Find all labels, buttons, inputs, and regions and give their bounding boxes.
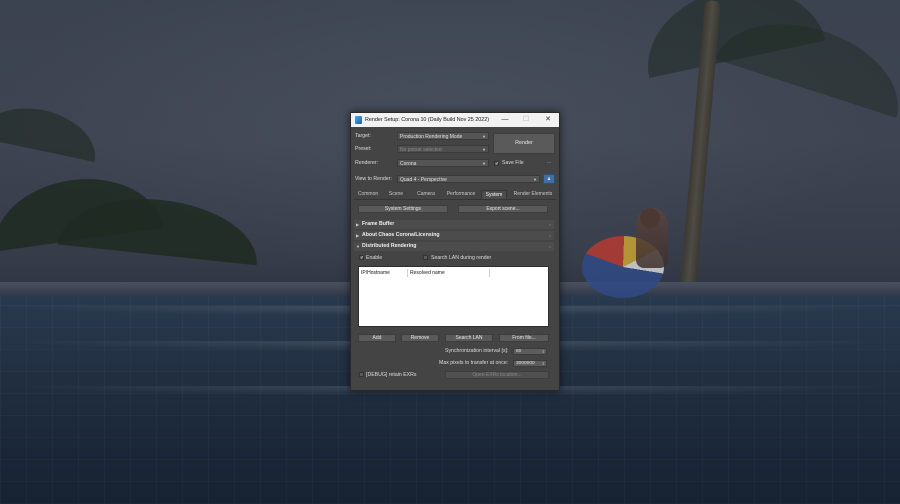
minimize-button[interactable]: — <box>498 115 512 125</box>
target-value: Production Rendering Mode <box>400 134 463 140</box>
tab-divider <box>354 199 556 200</box>
person-head <box>640 208 660 228</box>
rollout-about-licensing[interactable]: ▶ About Chaos Corona/Licensing ○ <box>354 231 554 240</box>
chevron-down-icon: ▼ <box>482 134 486 139</box>
collapse-arrow-icon: ▼ <box>356 244 360 249</box>
tab-scene[interactable]: Scene <box>384 190 408 199</box>
sync-interval-label: Synchronization interval [s]: <box>445 348 509 354</box>
rollout-title: Distributed Rendering <box>362 243 417 249</box>
title-bar[interactable]: Render Setup: Corona 10 (Daily Build Nov… <box>351 113 559 127</box>
add-button[interactable]: Add <box>358 334 396 342</box>
search-lan-during-render-label: Search LAN during render <box>431 255 492 261</box>
from-file-button[interactable]: From file... <box>499 334 549 342</box>
column-header-ip-hostname[interactable]: IP/Hostname <box>359 269 408 277</box>
target-dropdown[interactable]: Production Rendering Mode ▼ <box>397 132 489 140</box>
renderer-dropdown[interactable]: Corona ▼ <box>397 159 489 167</box>
tab-common[interactable]: Common <box>354 190 382 199</box>
tab-camera[interactable]: Camera <box>412 190 440 199</box>
tab-bar: Common Scene Camera Performance System R… <box>354 190 556 199</box>
spinner-arrows-icon[interactable]: ⇕ <box>542 361 545 367</box>
max-pixels-spinner[interactable]: 3000000 ⇕ <box>513 360 547 367</box>
search-lan-during-render-checkbox[interactable] <box>423 255 428 260</box>
enable-checkbox[interactable]: ✓ <box>359 255 364 261</box>
rollout-frame-buffer[interactable]: ▶ Frame Buffer ○ <box>354 220 554 229</box>
chevron-down-icon: ▼ <box>533 177 537 182</box>
rollout-title: Frame Buffer <box>362 221 395 227</box>
debug-retain-exrs-checkbox[interactable] <box>359 372 364 377</box>
expand-arrow-icon: ▶ <box>356 222 360 227</box>
expand-arrow-icon: ▶ <box>356 233 360 238</box>
tab-system[interactable]: System <box>481 190 507 199</box>
view-to-render-dropdown[interactable]: Quad 4 - Perspective ▼ <box>397 175 540 183</box>
render-node-list[interactable]: IP/Hostname Resolved name <box>358 266 549 327</box>
save-file-label: Save File <box>502 160 524 166</box>
export-scene-button[interactable]: Export scene... <box>458 205 548 213</box>
chevron-down-icon: ▼ <box>482 161 486 166</box>
window-title: Render Setup: Corona 10 (Daily Build Nov… <box>365 117 490 123</box>
debug-retain-exrs-label: [DEBUG] retain EXRs <box>366 372 417 378</box>
close-button[interactable]: ✕ <box>541 115 555 125</box>
lock-icon: 🔒︎ <box>547 176 551 182</box>
lock-view-button[interactable]: 🔒︎ <box>543 174 555 184</box>
preset-label: Preset: <box>355 146 372 152</box>
view-to-render-value: Quad 4 - Perspective <box>400 177 447 183</box>
tab-render-elements[interactable]: Render Elements <box>510 190 556 199</box>
search-lan-button[interactable]: Search LAN <box>445 334 493 342</box>
preset-value: No preset selected <box>400 147 442 153</box>
tab-performance[interactable]: Performance <box>443 190 479 199</box>
system-settings-button[interactable]: System Settings <box>358 205 448 213</box>
maximize-button[interactable]: ☐ <box>519 115 533 125</box>
more-button[interactable]: ... <box>547 159 551 165</box>
render-setup-dialog: Render Setup: Corona 10 (Daily Build Nov… <box>350 112 560 391</box>
sync-interval-spinner[interactable]: 60 ⇕ <box>513 348 547 355</box>
renderer-label: Renderer: <box>355 160 379 166</box>
pin-icon: ○ <box>548 222 551 227</box>
pin-icon: ○ <box>548 233 551 238</box>
renderer-value: Corona <box>400 161 417 167</box>
pin-icon: ○ <box>548 244 551 249</box>
preset-dropdown[interactable]: No preset selected ▼ <box>397 145 489 153</box>
enable-label: Enable <box>366 255 383 261</box>
column-header-resolved-name[interactable]: Resolved name <box>408 269 490 277</box>
view-to-render-label: View to Render: <box>355 176 392 182</box>
sync-interval-value: 60 <box>516 349 522 354</box>
spinner-arrows-icon[interactable]: ⇕ <box>542 349 545 355</box>
save-file-checkbox[interactable]: ✓ <box>494 161 499 167</box>
max-pixels-value: 3000000 <box>516 361 535 366</box>
chevron-down-icon: ▼ <box>482 147 486 152</box>
target-label: Target: <box>355 133 371 139</box>
rollout-distributed-rendering[interactable]: ▼ Distributed Rendering ○ <box>354 242 554 251</box>
app-icon <box>355 116 362 124</box>
max-pixels-label: Max pixels to transfer at once: <box>439 360 509 366</box>
rollout-title: About Chaos Corona/Licensing <box>362 232 440 238</box>
open-exrs-location-button[interactable]: Open EXRs location... <box>445 371 549 379</box>
remove-button[interactable]: Remove <box>401 334 439 342</box>
render-button[interactable]: Render <box>493 133 555 154</box>
